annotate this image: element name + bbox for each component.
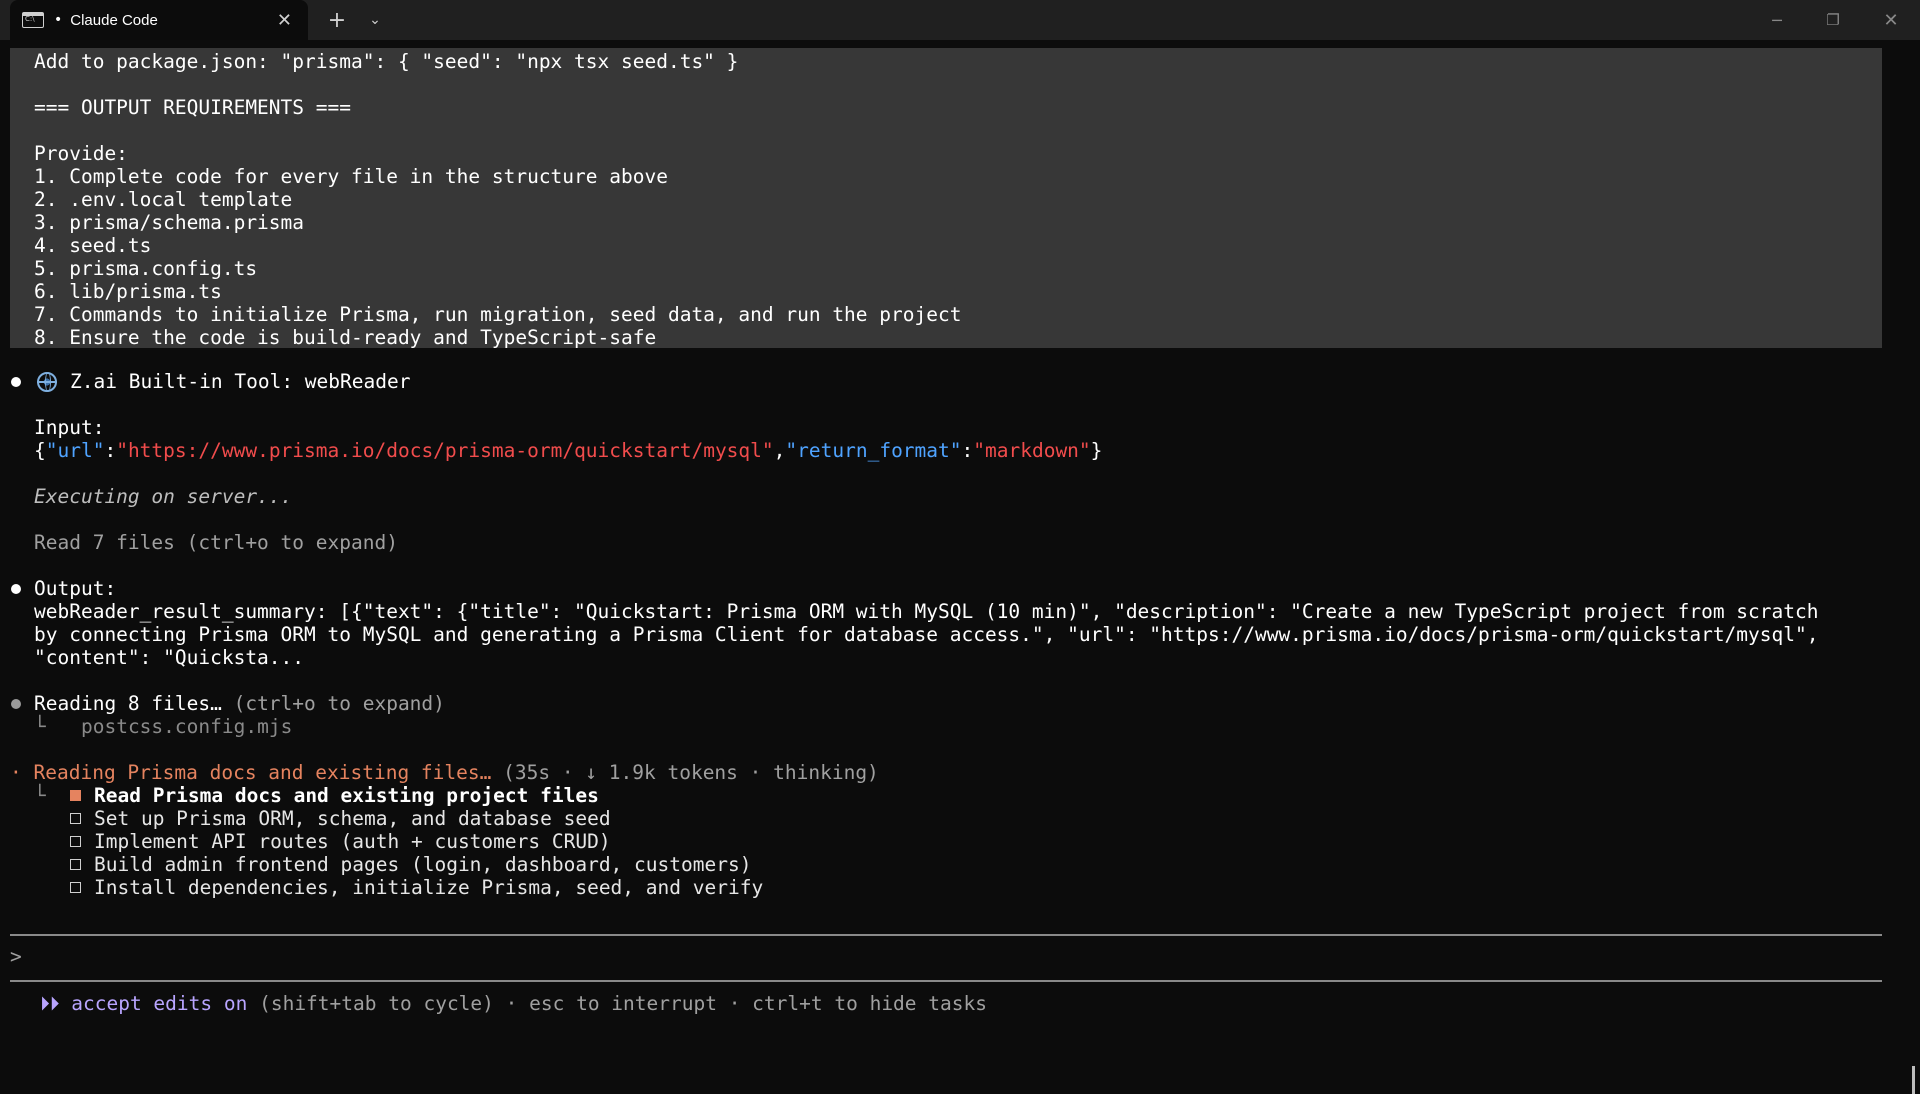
prompt-line: 2. .env.local template <box>34 188 293 211</box>
fast-forward-icon: ⏵⏵ <box>40 992 60 1015</box>
maximize-icon[interactable]: ❐ <box>1810 0 1856 40</box>
plus-icon[interactable]: + <box>322 0 352 40</box>
prompt-line: Add to package.json: "prisma": { "seed":… <box>34 50 739 73</box>
tab-claude-code[interactable]: • Claude Code ✕ <box>10 0 308 40</box>
prompt-line: 4. seed.ts <box>34 234 152 257</box>
task-item: Implement API routes (auth + customers C… <box>94 830 611 853</box>
output-line: "content": "Quicksta... <box>34 646 305 669</box>
input-bottom-divider <box>10 980 1882 982</box>
task-item: Set up Prisma ORM, schema, and database … <box>94 807 611 830</box>
scrollbar[interactable] <box>1912 1066 1915 1094</box>
bullet-icon <box>11 699 21 709</box>
output-label: Output: <box>34 577 117 600</box>
prompt-line: 5. prisma.config.ts <box>34 257 258 280</box>
read-files-summary[interactable]: Read 7 files (ctrl+o to expand) <box>34 531 398 554</box>
task-pending-icon <box>70 859 81 870</box>
tool-input-json: {"url":"https://www.prisma.io/docs/prism… <box>34 439 1103 462</box>
chevron-down-icon[interactable]: ⌄ <box>360 0 390 40</box>
task-item: Read Prisma docs and existing project fi… <box>94 784 599 807</box>
reading-file-item: └ postcss.config.mjs <box>34 715 293 738</box>
close-icon[interactable]: ✕ <box>277 10 292 31</box>
input-top-divider <box>10 934 1882 936</box>
input-prompt[interactable]: > <box>10 945 22 968</box>
minimize-icon[interactable]: ─ <box>1754 0 1800 40</box>
task-pending-icon <box>70 836 81 847</box>
reading-files[interactable]: Reading 8 files… (ctrl+o to expand) <box>34 692 445 715</box>
tool-input-label: Input: <box>34 416 105 439</box>
bullet-icon <box>11 377 21 387</box>
bullet-icon <box>11 584 21 594</box>
output-line: webReader_result_summary: [{"text": {"ti… <box>34 600 1819 623</box>
tool-title: Z.ai Built-in Tool: webReader <box>70 370 411 393</box>
task-branch: └ <box>34 784 46 807</box>
status-line: · Reading Prisma docs and existing files… <box>10 761 879 784</box>
prompt-line: === OUTPUT REQUIREMENTS === <box>34 96 351 119</box>
task-item: Build admin frontend pages (login, dashb… <box>94 853 752 876</box>
tab-title: Claude Code <box>70 11 158 29</box>
prompt-line: 8. Ensure the code is build-ready and Ty… <box>34 326 657 349</box>
tab-unsaved-dot: • <box>54 12 63 28</box>
footer-status: ⏵⏵ accept edits on (shift+tab to cycle) … <box>40 992 987 1015</box>
task-in-progress-icon <box>70 790 81 801</box>
terminal-icon <box>22 12 44 28</box>
task-pending-icon <box>70 882 81 893</box>
output-line: by connecting Prisma ORM to MySQL and ge… <box>34 623 1819 646</box>
executing-status: Executing on server... <box>34 485 293 508</box>
window-close-icon[interactable]: ✕ <box>1866 0 1916 40</box>
prompt-line: 1. Complete code for every file in the s… <box>34 165 668 188</box>
task-item: Install dependencies, initialize Prisma,… <box>94 876 764 899</box>
globe-icon <box>37 372 57 392</box>
task-pending-icon <box>70 813 81 824</box>
prompt-line: 3. prisma/schema.prisma <box>34 211 305 234</box>
prompt-line: 6. lib/prisma.ts <box>34 280 222 303</box>
title-bar: • Claude Code ✕ + ⌄ ─ ❐ ✕ <box>0 0 1920 40</box>
terminal-area[interactable]: Add to package.json: "prisma": { "seed":… <box>0 40 1920 1094</box>
prompt-line: 7. Commands to initialize Prisma, run mi… <box>34 303 962 326</box>
prompt-line: Provide: <box>34 142 128 165</box>
